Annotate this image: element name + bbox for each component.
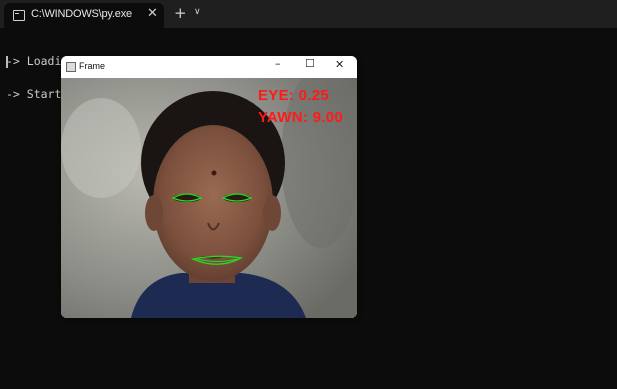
eye-ratio-label: EYE: 0.25 [258,87,330,104]
tab-title: C:\WINDOWS\py.exe [31,8,132,20]
maximize-icon[interactable]: ☐ [305,57,315,70]
chevron-down-icon[interactable]: ∨ [194,7,201,17]
wall-highlight [61,98,141,198]
tab-close-icon[interactable]: ✕ [147,6,158,21]
close-icon[interactable]: ✕ [335,58,344,71]
frame-titlebar[interactable]: Frame – ☐ ✕ [61,56,357,78]
tab-bar-background [164,0,617,28]
left-ear [145,195,163,231]
new-tab-icon[interactable]: + [174,4,187,22]
bindi [211,170,217,176]
camera-view: EYE: 0.25 YAWN: 9.00 [61,78,357,318]
window-app-icon [66,62,76,72]
yawn-ratio-label: YAWN: 9.00 [258,109,343,126]
terminal-icon [13,10,25,21]
terminal-tab[interactable]: C:\WINDOWS\py.exe ✕ [4,3,164,28]
minimize-icon[interactable]: – [275,57,281,70]
frame-title: Frame [79,61,106,71]
terminal-tab-bar: C:\WINDOWS\py.exe ✕ + ∨ [0,0,617,28]
right-ear [263,195,281,231]
terminal-cursor [6,56,8,68]
frame-window[interactable]: Frame – ☐ ✕ EYE: 0.25 YAWN: 9.00 [61,56,357,318]
